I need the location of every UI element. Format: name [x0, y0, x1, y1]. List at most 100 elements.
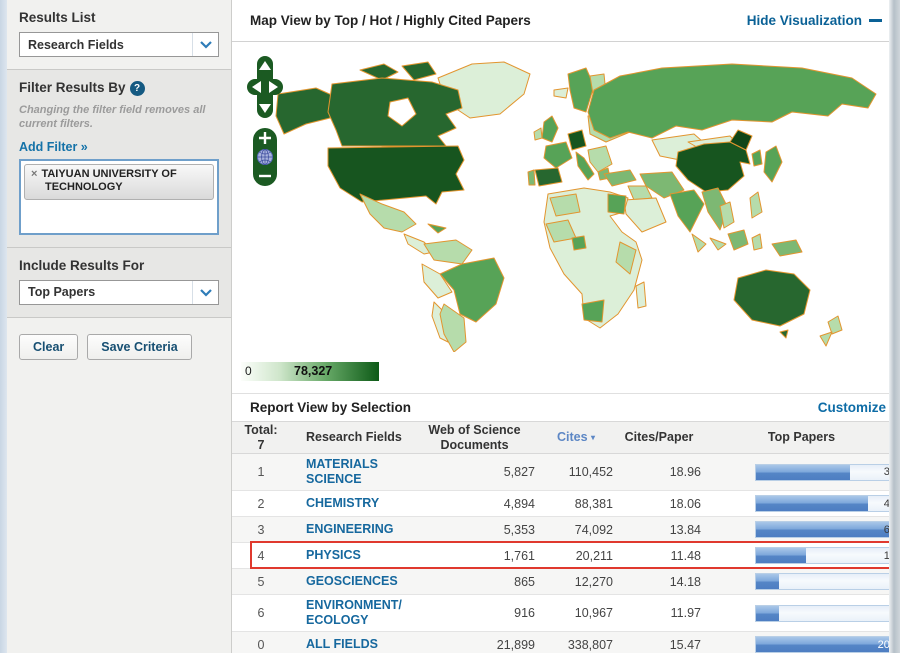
country-usa[interactable] [327, 145, 465, 205]
country-colombia-venezuela[interactable] [423, 239, 473, 265]
col-top-papers: Top Papers [767, 430, 836, 445]
top-papers-cell: 19 [703, 543, 900, 568]
country-madagascar[interactable] [635, 281, 647, 309]
country-uk[interactable] [541, 115, 559, 143]
col-cites-sort[interactable]: Cites ▾ [537, 430, 615, 444]
tasmania[interactable] [779, 329, 789, 339]
country-spain[interactable] [534, 167, 563, 187]
customize-link[interactable]: Customize [818, 400, 886, 415]
wos-documents-value: 21,899 [496, 637, 535, 652]
country-arctic-2[interactable] [401, 61, 437, 81]
include-results-section: Include Results For Top Papers [7, 247, 231, 318]
report-rows: 1 MATERIALS SCIENCE 5,827 110,452 18.96 … [232, 454, 900, 653]
cites-per-paper-value: 13.84 [669, 522, 701, 537]
pan-control[interactable] [247, 56, 283, 118]
research-field-link[interactable]: GEOSCIENCES [290, 571, 412, 592]
include-results-dropdown[interactable]: Top Papers [19, 279, 219, 305]
country-malaysia[interactable] [709, 237, 727, 251]
sumatra[interactable] [691, 233, 707, 253]
top-papers-bar: 63 [755, 521, 900, 538]
results-list-heading: Results List [19, 10, 96, 25]
bar-fill [756, 522, 899, 537]
add-filter-link[interactable]: Add Filter » [19, 140, 88, 154]
country-ireland[interactable] [533, 127, 543, 141]
new-zealand-north[interactable] [827, 315, 843, 335]
vertical-scrollbar[interactable] [889, 0, 900, 653]
legend-row: 0 78,327 [232, 355, 900, 393]
legend-min: 0 [245, 364, 252, 378]
chevron-down-icon [192, 280, 218, 304]
choropleth-map[interactable] [232, 46, 889, 352]
col-wos-documents: Web of Science Documents [428, 423, 521, 452]
country-saudi-arabia[interactable] [623, 197, 667, 233]
research-field-link[interactable]: ENGINEERING [290, 519, 412, 540]
table-row: 3 ENGINEERING 5,353 74,092 13.84 63 [232, 517, 900, 543]
country-france[interactable] [543, 141, 573, 169]
include-results-heading: Include Results For [19, 257, 145, 273]
borneo[interactable] [727, 229, 749, 251]
cites-value: 74,092 [574, 522, 613, 537]
top-papers-bar: 9 [755, 573, 900, 590]
research-field-link[interactable]: CHEMISTRY [290, 493, 412, 514]
filter-chip-label: TAIYUAN UNIVERSITY OF TECHNOLOGY [41, 167, 177, 194]
col-total: Total: 7 [244, 423, 278, 452]
row-rank: 2 [257, 496, 265, 511]
filter-heading: Filter Results By? [19, 80, 219, 96]
results-list-value: Research Fields [28, 37, 124, 52]
new-zealand-south[interactable] [819, 331, 833, 347]
cites-value: 338,807 [567, 637, 613, 652]
save-criteria-button[interactable]: Save Criteria [87, 333, 192, 360]
country-portugal[interactable] [527, 169, 536, 186]
hide-visualization-link[interactable]: Hide Visualization [747, 13, 882, 28]
minus-icon [869, 19, 882, 22]
country-nigeria[interactable] [571, 235, 587, 251]
research-field-link[interactable]: PHYSICS [290, 545, 412, 566]
remove-filter-icon[interactable]: × [31, 168, 37, 180]
report-header: Report View by Selection Customize [232, 393, 900, 421]
left-scroll-strip[interactable] [0, 0, 7, 653]
country-cuba[interactable] [427, 223, 447, 234]
chevron-down-icon [192, 33, 218, 56]
cites-per-paper-value: 15.47 [669, 637, 701, 652]
research-field-link[interactable]: ENVIRONMENT/ECOLOGY [290, 595, 412, 631]
map-header: Map View by Top / Hot / Highly Cited Pap… [232, 0, 900, 42]
top-papers-cell: 9 [703, 569, 900, 594]
table-row: 2 CHEMISTRY 4,894 88,381 18.06 48 [232, 491, 900, 517]
country-australia[interactable] [733, 269, 811, 327]
sidebar-actions: Clear Save Criteria [7, 317, 231, 376]
country-germany[interactable] [567, 129, 587, 151]
new-guinea[interactable] [771, 239, 803, 257]
cites-value: 10,967 [574, 606, 613, 620]
help-icon[interactable]: ? [129, 81, 145, 96]
country-arctic-1[interactable] [359, 63, 399, 81]
world-map[interactable] [232, 42, 900, 355]
results-list-dropdown[interactable]: Research Fields [19, 32, 219, 57]
country-russia[interactable] [587, 63, 877, 139]
research-field-link[interactable]: ALL FIELDS [290, 634, 412, 653]
top-papers-cell: 48 [703, 491, 900, 516]
country-egypt[interactable] [607, 193, 627, 215]
country-korea[interactable] [751, 149, 763, 167]
wos-documents-value: 865 [514, 574, 535, 589]
research-field-link[interactable]: MATERIALS SCIENCE [290, 454, 412, 490]
country-china[interactable] [675, 141, 751, 193]
filter-chip[interactable]: × TAIYUAN UNIVERSITY OF TECHNOLOGY [24, 163, 214, 201]
cites-per-paper-value: 18.96 [669, 465, 701, 479]
country-south-africa[interactable] [581, 299, 605, 323]
country-iceland[interactable] [553, 87, 569, 99]
country-alaska[interactable] [275, 87, 335, 135]
filter-box[interactable]: × TAIYUAN UNIVERSITY OF TECHNOLOGY [19, 158, 219, 235]
country-philippines[interactable] [749, 191, 763, 219]
country-japan[interactable] [763, 145, 783, 183]
country-india[interactable] [669, 189, 705, 233]
country-algeria[interactable] [549, 193, 581, 217]
top-papers-bar: 8 [755, 604, 900, 622]
wos-documents-value: 5,827 [503, 465, 535, 479]
cites-per-paper-value: 11.48 [670, 548, 701, 563]
top-papers-bar: 48 [755, 495, 900, 512]
bar-fill [756, 496, 868, 511]
sulawesi[interactable] [751, 233, 763, 251]
bar-fill [756, 464, 851, 480]
zoom-control[interactable] [253, 128, 277, 186]
clear-button[interactable]: Clear [19, 333, 79, 360]
